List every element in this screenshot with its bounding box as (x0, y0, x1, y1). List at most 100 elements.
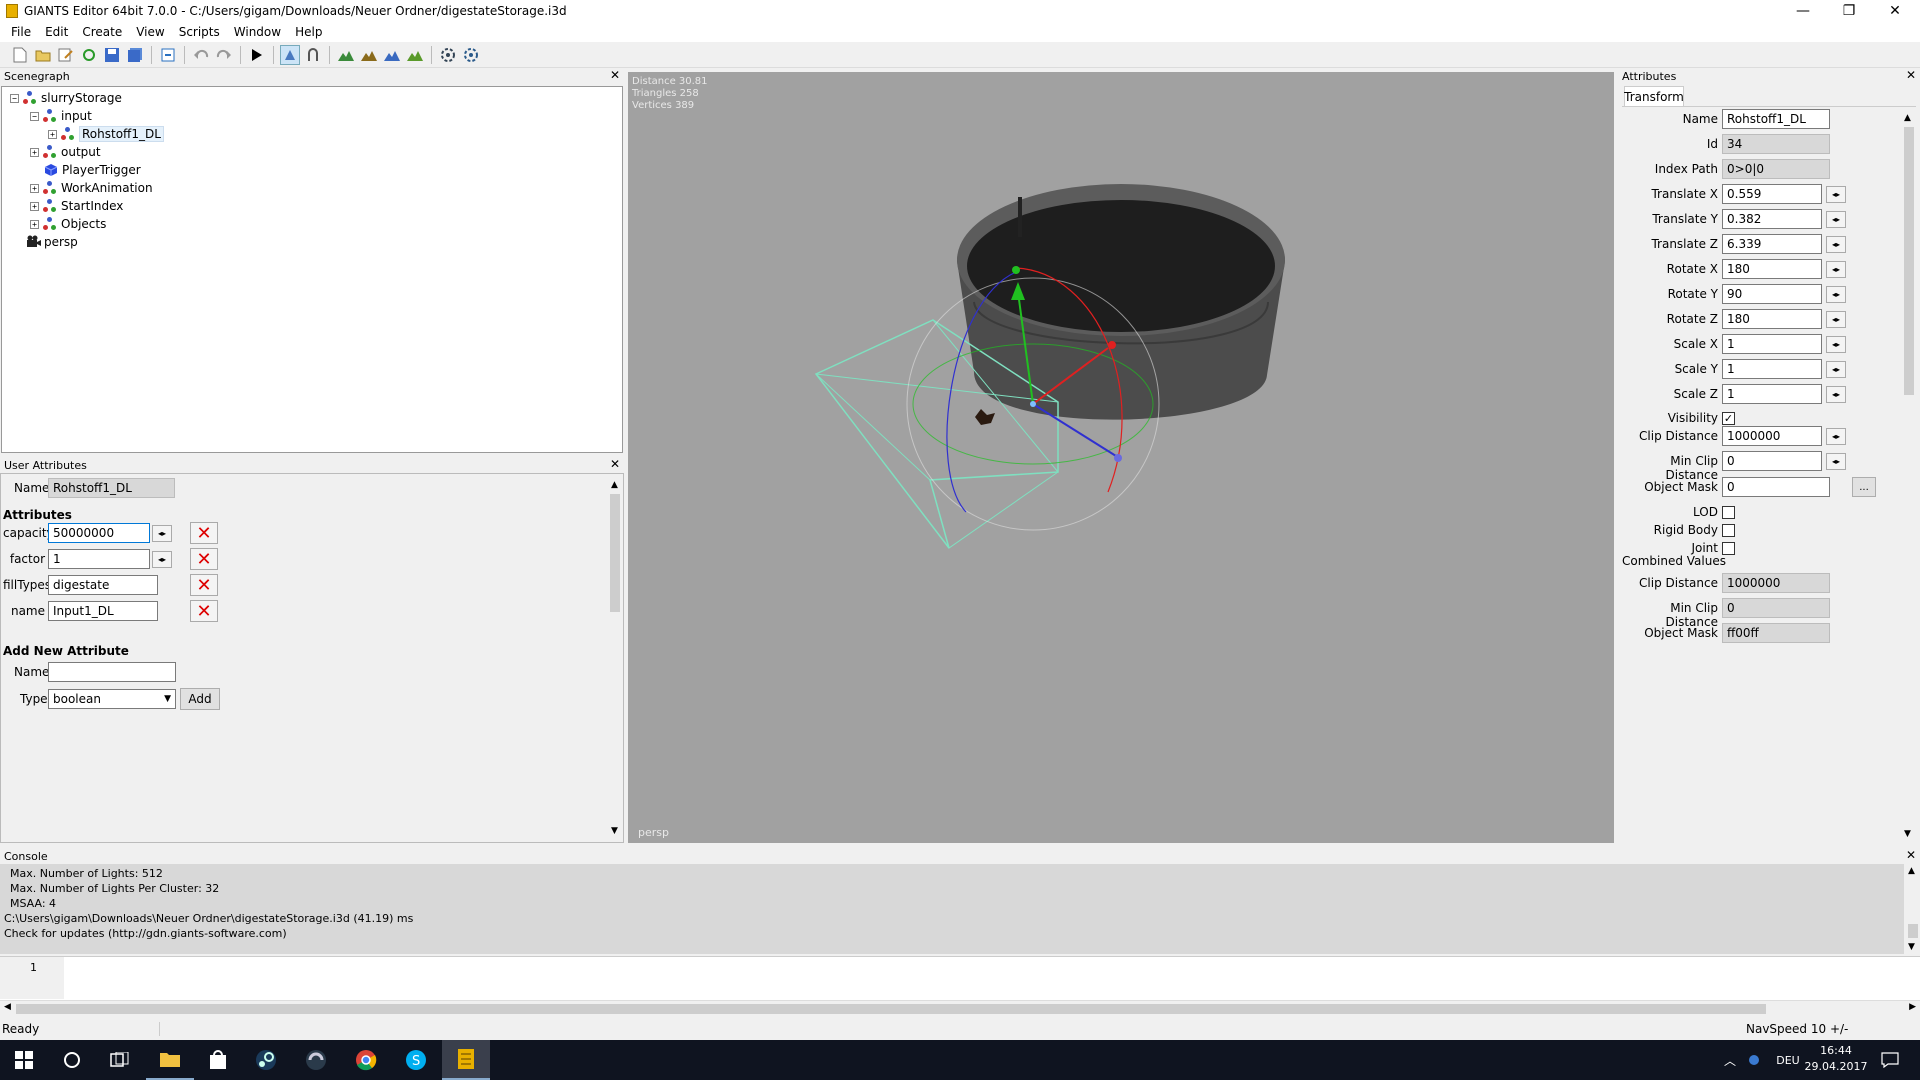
minimize-button[interactable]: — (1780, 0, 1826, 22)
store-icon[interactable] (194, 1040, 242, 1080)
attr-input-rotate-z[interactable]: 180 (1722, 309, 1822, 329)
chrome-icon[interactable] (342, 1040, 390, 1080)
attr-input-translate-y[interactable]: 0.382 (1722, 209, 1822, 229)
foliage-icon[interactable] (405, 45, 425, 65)
search-icon[interactable] (48, 1040, 96, 1080)
tray-chevron-up-icon[interactable]: ︿ (1718, 1040, 1742, 1080)
attr-input-name[interactable]: Rohstoff1_DL (1722, 109, 1830, 129)
checkbox-rigid-body[interactable] (1722, 524, 1735, 537)
console-hscrollbar[interactable]: ◀ ▶ (0, 1000, 1920, 1016)
stepper-arrows-icon[interactable]: ◂▸ (1826, 453, 1846, 470)
tree-node-playertrigger[interactable]: PlayerTrigger (44, 161, 141, 179)
stepper-arrows-icon[interactable]: ◂▸ (1826, 211, 1846, 228)
3d-viewport[interactable]: Distance 30.81 Triangles 258 Vertices 38… (628, 72, 1614, 843)
tree-node-workanimation[interactable]: + WorkAnimation (30, 179, 153, 197)
expand-toggle-icon[interactable]: + (48, 129, 57, 139)
delete-attribute-icon[interactable]: ✕ (190, 574, 218, 596)
attr-input-translate-x[interactable]: 0.559 (1722, 184, 1822, 204)
notifications-icon[interactable] (1870, 1040, 1910, 1080)
expand-toggle-icon[interactable]: + (30, 183, 39, 193)
terrain-icon[interactable] (336, 45, 356, 65)
menu-view[interactable]: View (129, 25, 171, 39)
scroll-thumb[interactable] (1908, 924, 1918, 938)
console-scrollbar[interactable]: ▲ ▼ (1904, 864, 1920, 954)
close-button[interactable]: ✕ (1872, 0, 1918, 22)
console-input-editor[interactable]: 1 (0, 956, 1920, 1000)
menu-window[interactable]: Window (227, 25, 288, 39)
terrain-blue-icon[interactable] (382, 45, 402, 65)
skype-icon[interactable]: S (392, 1040, 440, 1080)
new-file-icon[interactable] (10, 45, 30, 65)
close-user-attributes-icon[interactable]: ✕ (610, 457, 620, 471)
tree-node-output[interactable]: + output (30, 143, 101, 161)
delete-attribute-icon[interactable]: ✕ (190, 548, 218, 570)
scroll-down-icon[interactable]: ▼ (611, 826, 618, 836)
stepper-arrows-icon[interactable]: ◂▸ (1826, 186, 1846, 203)
language-indicator[interactable]: DEU (1768, 1040, 1808, 1080)
stepper-arrows-icon[interactable]: ◂▸ (1826, 236, 1846, 253)
magnet-icon[interactable] (303, 45, 323, 65)
stepper-arrows-icon[interactable]: ◂▸ (152, 550, 172, 568)
attributes-scrollbar[interactable]: ▲ ▼ (1900, 107, 1916, 843)
close-attributes-icon[interactable]: ✕ (1906, 68, 1916, 82)
menu-create[interactable]: Create (75, 25, 129, 39)
terrain-paint-icon[interactable] (359, 45, 379, 65)
tree-node-objects[interactable]: + Objects (30, 215, 106, 233)
task-view-icon[interactable] (96, 1040, 144, 1080)
steam-icon[interactable] (242, 1040, 290, 1080)
menu-scripts[interactable]: Scripts (172, 25, 227, 39)
checkbox-visibility[interactable]: ✓ (1722, 412, 1735, 425)
attr-input-object-mask[interactable]: 0 (1722, 477, 1830, 497)
windows-start-icon[interactable] (0, 1040, 48, 1080)
select-tool-icon[interactable] (280, 44, 300, 65)
giants-editor-taskbar-icon[interactable] (442, 1040, 490, 1080)
type-select[interactable]: boolean ▼ (48, 689, 176, 709)
open-folder-icon[interactable] (33, 45, 53, 65)
checkbox-lod[interactable] (1722, 506, 1735, 519)
stepper-arrows-icon[interactable]: ◂▸ (1826, 386, 1846, 403)
expand-toggle-icon[interactable]: + (30, 219, 39, 229)
attr-input-min-clip-distance[interactable]: 0 (1722, 451, 1822, 471)
file-explorer-icon[interactable] (146, 1040, 194, 1080)
undo-icon[interactable] (191, 45, 211, 65)
menu-help[interactable]: Help (288, 25, 329, 39)
tree-node-rohstoff1-dl[interactable]: + Rohstoff1_DL (48, 125, 164, 143)
scroll-thumb[interactable] (1904, 127, 1914, 395)
attr-input-scale-z[interactable]: 1 (1722, 384, 1822, 404)
expand-toggle-icon[interactable]: + (30, 147, 39, 157)
save-icon[interactable] (102, 45, 122, 65)
object-mask-edit-button[interactable]: ... (1852, 477, 1876, 497)
settings-gear-icon[interactable] (438, 45, 458, 65)
maximize-button[interactable]: ❐ (1826, 0, 1872, 22)
stepper-arrows-icon[interactable]: ◂▸ (1826, 286, 1846, 303)
tree-node-slurrystorage[interactable]: − slurryStorage (10, 89, 122, 107)
scroll-down-icon[interactable]: ▼ (1908, 942, 1915, 952)
collapse-toggle-icon[interactable]: − (30, 111, 39, 121)
add-attribute-button[interactable]: Add (180, 688, 220, 710)
tree-node-startindex[interactable]: + StartIndex (30, 197, 123, 215)
scroll-thumb[interactable] (16, 1004, 1766, 1014)
menu-edit[interactable]: Edit (38, 25, 75, 39)
menu-file[interactable]: File (4, 25, 38, 39)
ua-filltypes-input[interactable]: digestate (48, 575, 158, 595)
close-console-icon[interactable]: ✕ (1906, 848, 1916, 862)
close-scenegraph-icon[interactable]: ✕ (610, 68, 620, 82)
stepper-arrows-icon[interactable]: ◂▸ (1826, 311, 1846, 328)
tray-app-icon[interactable] (1742, 1040, 1766, 1080)
attr-input-scale-x[interactable]: 1 (1722, 334, 1822, 354)
attr-input-rotate-x[interactable]: 180 (1722, 259, 1822, 279)
scroll-thumb[interactable] (610, 494, 620, 612)
ua-capacity-input[interactable]: 50000000 (48, 523, 150, 543)
tools-gear-icon[interactable] (461, 45, 481, 65)
taskbar-clock[interactable]: 16:44 29.04.2017 (1804, 1043, 1868, 1077)
ua-scrollbar[interactable]: ▲ ▼ (607, 476, 623, 840)
stepper-arrows-icon[interactable]: ◂▸ (1826, 261, 1846, 278)
ua-add-name-input[interactable] (48, 662, 176, 682)
expand-toggle-icon[interactable]: + (30, 201, 39, 211)
delete-attribute-icon[interactable]: ✕ (190, 522, 218, 544)
attr-input-translate-z[interactable]: 6.339 (1722, 234, 1822, 254)
scroll-up-icon[interactable]: ▲ (611, 480, 618, 490)
tab-transform[interactable]: Transform (1624, 86, 1684, 106)
attr-input-scale-y[interactable]: 1 (1722, 359, 1822, 379)
save-all-icon[interactable] (125, 45, 145, 65)
